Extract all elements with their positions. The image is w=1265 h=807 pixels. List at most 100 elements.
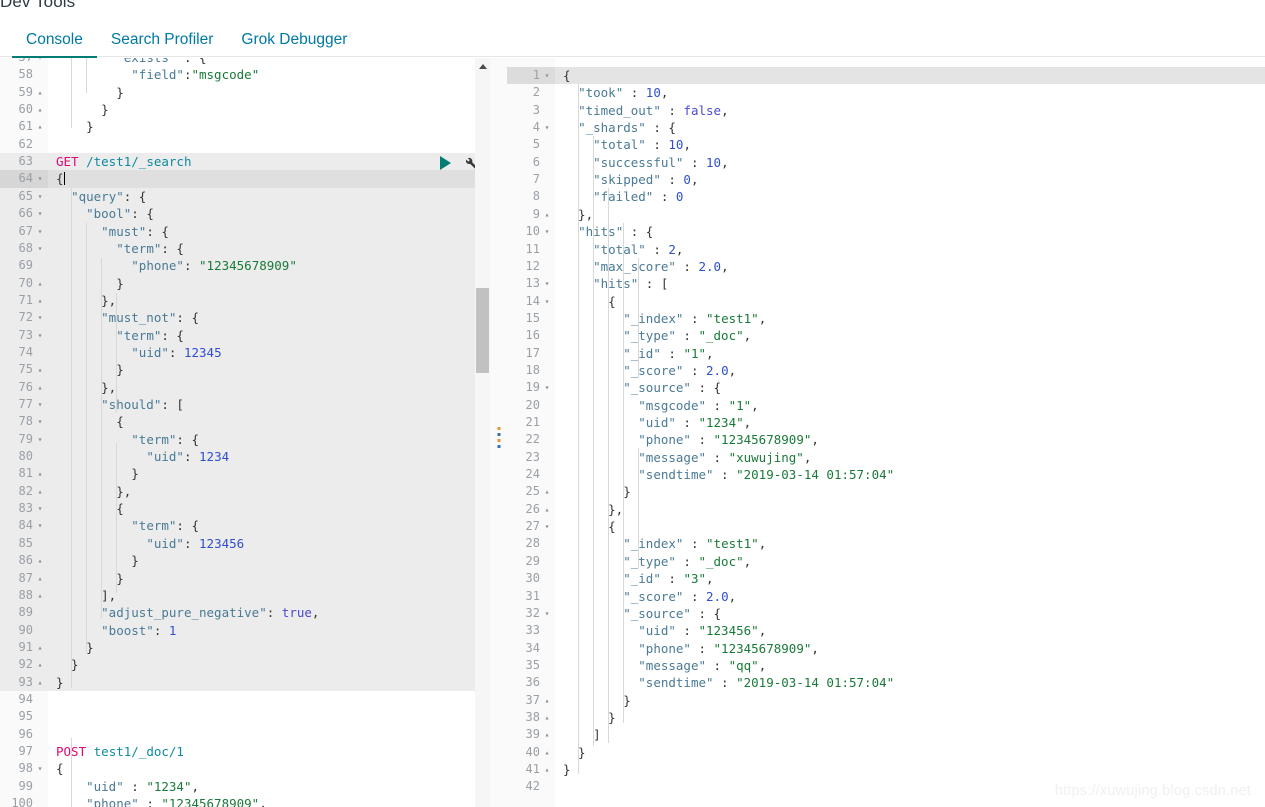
- code-line[interactable]: 34 "phone" : "12345678909",: [507, 640, 1265, 657]
- fold-close-icon[interactable]: ▴: [35, 656, 45, 673]
- fold-close-icon[interactable]: ▴: [35, 292, 45, 309]
- code-line[interactable]: 22 "phone" : "12345678909",: [507, 431, 1265, 448]
- response-code-layer[interactable]: 1 ▾{2 "took" : 10, 3 "timed_out" : false, 4…: [507, 58, 1265, 807]
- fold-close-icon[interactable]: ▴: [35, 483, 45, 500]
- fold-close-icon[interactable]: ▴: [35, 639, 45, 656]
- code-line[interactable]: 25 ▴ }: [507, 483, 1265, 500]
- fold-open-icon[interactable]: ▾: [542, 223, 552, 240]
- code-line[interactable]: 16 "_type" : "_doc",: [507, 327, 1265, 344]
- fold-close-icon[interactable]: ▴: [35, 587, 45, 604]
- code-line[interactable]: 4 ▾ "_shards" : {: [507, 119, 1265, 136]
- code-line[interactable]: 26 ▴ },: [507, 501, 1265, 518]
- drag-handle-icon[interactable]: [497, 427, 500, 448]
- code-line[interactable]: 6 "successful" : 10,: [507, 154, 1265, 171]
- code-line[interactable]: 40 ▴ }: [507, 744, 1265, 761]
- fold-close-icon[interactable]: ▴: [542, 726, 552, 743]
- code-line[interactable]: 62: [0, 136, 475, 153]
- fold-open-icon[interactable]: ▾: [35, 170, 45, 187]
- fold-close-icon[interactable]: ▴: [542, 483, 552, 500]
- code-line[interactable]: 7 "skipped" : 0,: [507, 171, 1265, 188]
- fold-close-icon[interactable]: ▴: [35, 118, 45, 135]
- fold-open-icon[interactable]: ▾: [35, 188, 45, 205]
- fold-close-icon[interactable]: ▴: [542, 709, 552, 726]
- fold-open-icon[interactable]: ▾: [35, 240, 45, 257]
- code-line[interactable]: 3 "timed_out" : false,: [507, 102, 1265, 119]
- fold-open-icon[interactable]: ▾: [35, 205, 45, 222]
- fold-open-icon[interactable]: ▾: [35, 431, 45, 448]
- code-line[interactable]: 11 "total" : 2,: [507, 241, 1265, 258]
- fold-open-icon[interactable]: ▾: [542, 379, 552, 396]
- fold-close-icon[interactable]: ▴: [35, 361, 45, 378]
- code-line[interactable]: 35 "message" : "qq",: [507, 657, 1265, 674]
- fold-open-icon[interactable]: ▾: [35, 500, 45, 517]
- code-line[interactable]: 8 "failed" : 0: [507, 188, 1265, 205]
- fold-open-icon[interactable]: ▾: [35, 327, 45, 344]
- code-line[interactable]: 10 ▾ "hits" : {: [507, 223, 1265, 240]
- code-line[interactable]: 36 "sendtime" : "2019-03-14 01:57:04": [507, 674, 1265, 691]
- fold-open-icon[interactable]: ▾: [542, 67, 552, 84]
- fold-close-icon[interactable]: ▴: [35, 674, 45, 691]
- code-line[interactable]: 24 "sendtime" : "2019-03-14 01:57:04": [507, 466, 1265, 483]
- fold-close-icon[interactable]: ▴: [35, 84, 45, 101]
- fold-close-icon[interactable]: ▴: [35, 101, 45, 118]
- code-line[interactable]: 19 ▾ "_source" : {: [507, 379, 1265, 396]
- code-line[interactable]: 95: [0, 708, 475, 725]
- response-viewer-pane[interactable]: 1 ▾{2 "took" : 10, 3 "timed_out" : false, 4…: [507, 58, 1265, 807]
- fold-close-icon[interactable]: ▴: [542, 501, 552, 518]
- code-line[interactable]: 12 "max_score" : 2.0,: [507, 258, 1265, 275]
- code-line[interactable]: 2 "took" : 10,: [507, 84, 1265, 101]
- code-line[interactable]: 31 "_score" : 2.0,: [507, 588, 1265, 605]
- fold-open-icon[interactable]: ▾: [35, 760, 45, 777]
- code-line[interactable]: 5 "total" : 10,: [507, 136, 1265, 153]
- chevron-up-icon[interactable]: [478, 64, 487, 69]
- play-icon[interactable]: [440, 155, 451, 170]
- code-line[interactable]: 27 ▾ {: [507, 518, 1265, 535]
- fold-open-icon[interactable]: ▾: [542, 605, 552, 622]
- request-editor-pane[interactable]: 57▾ "exists" : {58 "field":"msgcode"59▴ …: [0, 58, 490, 807]
- code-line[interactable]: 63 GET /test1/_search: [0, 153, 475, 170]
- code-line[interactable]: 42: [507, 778, 1265, 795]
- code-line[interactable]: 64 ▾ {: [0, 170, 475, 187]
- fold-open-icon[interactable]: ▾: [35, 517, 45, 534]
- fold-open-icon[interactable]: ▾: [35, 223, 45, 240]
- code-line[interactable]: 14 ▾ {: [507, 293, 1265, 310]
- code-line[interactable]: 28 "_index" : "test1",: [507, 535, 1265, 552]
- fold-open-icon[interactable]: ▾: [542, 293, 552, 310]
- fold-close-icon[interactable]: ▴: [542, 206, 552, 223]
- fold-close-icon[interactable]: ▴: [35, 570, 45, 587]
- code-line[interactable]: 1 ▾ {: [507, 67, 1265, 84]
- fold-open-icon[interactable]: ▾: [542, 275, 552, 292]
- fold-close-icon[interactable]: ▴: [35, 379, 45, 396]
- pane-splitter[interactable]: [490, 58, 507, 807]
- fold-open-icon[interactable]: ▾: [35, 413, 45, 430]
- code-line[interactable]: 39 ▴ ]: [507, 726, 1265, 743]
- code-line[interactable]: 13 ▾ "hits" : [: [507, 275, 1265, 292]
- request-editor-scrollbar[interactable]: [475, 58, 490, 807]
- code-line[interactable]: 30 "_id" : "3",: [507, 570, 1265, 587]
- fold-close-icon[interactable]: ▴: [35, 552, 45, 569]
- code-line[interactable]: 9 ▴ },: [507, 206, 1265, 223]
- response-editor[interactable]: 1 ▾{2 "took" : 10, 3 "timed_out" : false, 4…: [507, 58, 1265, 807]
- fold-open-icon[interactable]: ▾: [542, 518, 552, 535]
- fold-close-icon[interactable]: ▴: [35, 275, 45, 292]
- fold-open-icon[interactable]: ▾: [35, 58, 45, 66]
- request-code-layer[interactable]: 57▾ "exists" : {58 "field":"msgcode"59▴ …: [0, 58, 475, 807]
- fold-close-icon[interactable]: ▴: [542, 692, 552, 709]
- code-line[interactable]: 94: [0, 691, 475, 708]
- tab-search-profiler[interactable]: Search Profiler: [97, 31, 228, 58]
- code-line[interactable]: 18 "_score" : 2.0,: [507, 362, 1265, 379]
- tab-grok-debugger[interactable]: Grok Debugger: [227, 31, 361, 58]
- code-line[interactable]: 17 "_id" : "1",: [507, 345, 1265, 362]
- fold-close-icon[interactable]: ▴: [35, 465, 45, 482]
- fold-open-icon[interactable]: ▾: [35, 309, 45, 326]
- fold-close-icon[interactable]: ▴: [542, 761, 552, 778]
- scrollbar-thumb[interactable]: [476, 288, 489, 373]
- code-line[interactable]: 32 ▾ "_source" : {: [507, 605, 1265, 622]
- code-line[interactable]: 23 "message" : "xuwujing",: [507, 449, 1265, 466]
- fold-open-icon[interactable]: ▾: [542, 119, 552, 136]
- code-line[interactable]: 21 "uid" : "1234",: [507, 414, 1265, 431]
- request-editor[interactable]: 57▾ "exists" : {58 "field":"msgcode"59▴ …: [0, 58, 475, 807]
- fold-close-icon[interactable]: ▴: [542, 744, 552, 761]
- code-line[interactable]: 20 "msgcode" : "1",: [507, 397, 1265, 414]
- code-line[interactable]: 37 ▴ }: [507, 692, 1265, 709]
